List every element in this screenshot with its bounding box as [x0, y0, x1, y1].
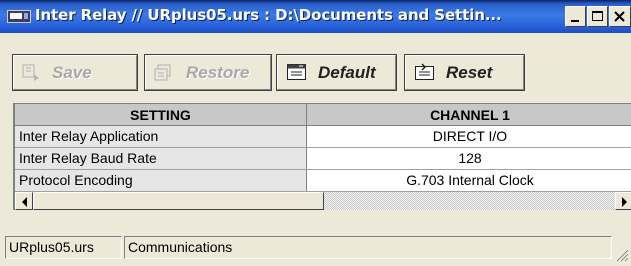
default-label: Default: [318, 62, 376, 82]
horizontal-scrollbar[interactable]: [15, 192, 631, 210]
scroll-left-button[interactable]: [15, 192, 33, 210]
restore-icon: [154, 64, 171, 80]
maximize-icon: [592, 11, 603, 21]
title-bar[interactable]: Inter Relay // URplus05.urs : D:\Documen…: [0, 0, 631, 33]
status-file-name: URplus05.urs: [5, 236, 122, 259]
status-bar: URplus05.urs Communications: [0, 232, 631, 266]
settings-grid: SETTING CHANNEL 1 Inter Relay Applicatio…: [13, 103, 631, 210]
arrow-left-icon: [22, 197, 27, 207]
setting-value-cell[interactable]: 128: [307, 148, 631, 169]
grid-header: SETTING CHANNEL 1: [15, 103, 631, 126]
setting-name-cell: Protocol Encoding: [15, 170, 307, 191]
reset-label: Reset: [446, 62, 493, 82]
save-icon: [22, 64, 39, 81]
column-header-channel-1[interactable]: CHANNEL 1: [307, 104, 631, 126]
default-icon: [287, 64, 306, 80]
reset-button[interactable]: Reset: [404, 54, 525, 91]
arrow-right-icon: [622, 197, 627, 207]
table-row: Inter Relay Baud Rate 128: [15, 148, 631, 170]
table-row: Inter Relay Application DIRECT I/O: [15, 126, 631, 148]
inter-relay-window: Inter Relay // URplus05.urs : D:\Documen…: [0, 0, 631, 266]
setting-name-cell: Inter Relay Application: [15, 126, 307, 147]
status-section-name: Communications: [124, 236, 612, 259]
save-button[interactable]: Save: [12, 54, 138, 91]
setting-value-cell[interactable]: G.703 Internal Clock: [307, 170, 631, 191]
default-button[interactable]: Default: [276, 54, 397, 91]
restore-label: Restore: [186, 62, 250, 82]
table-row: Protocol Encoding G.703 Internal Clock: [15, 170, 631, 192]
reset-icon: [415, 63, 434, 80]
resize-grip-icon[interactable]: [613, 246, 629, 262]
device-icon: [7, 10, 31, 23]
scrollbar-thumb[interactable]: [33, 192, 324, 210]
minimize-icon: [571, 20, 579, 22]
minimize-button[interactable]: [565, 6, 586, 27]
column-header-setting[interactable]: SETTING: [15, 104, 307, 126]
close-button[interactable]: [609, 6, 631, 27]
setting-name-cell: Inter Relay Baud Rate: [15, 148, 307, 169]
toolbar: Save Restore Default Reset: [0, 33, 631, 94]
setting-value-cell[interactable]: DIRECT I/O: [307, 126, 631, 147]
close-icon: [614, 11, 625, 22]
save-label: Save: [52, 62, 92, 82]
scroll-right-button[interactable]: [615, 192, 631, 210]
restore-button[interactable]: Restore: [144, 54, 272, 91]
maximize-button[interactable]: [587, 6, 608, 27]
window-title: Inter Relay // URplus05.urs : D:\Documen…: [35, 6, 502, 24]
